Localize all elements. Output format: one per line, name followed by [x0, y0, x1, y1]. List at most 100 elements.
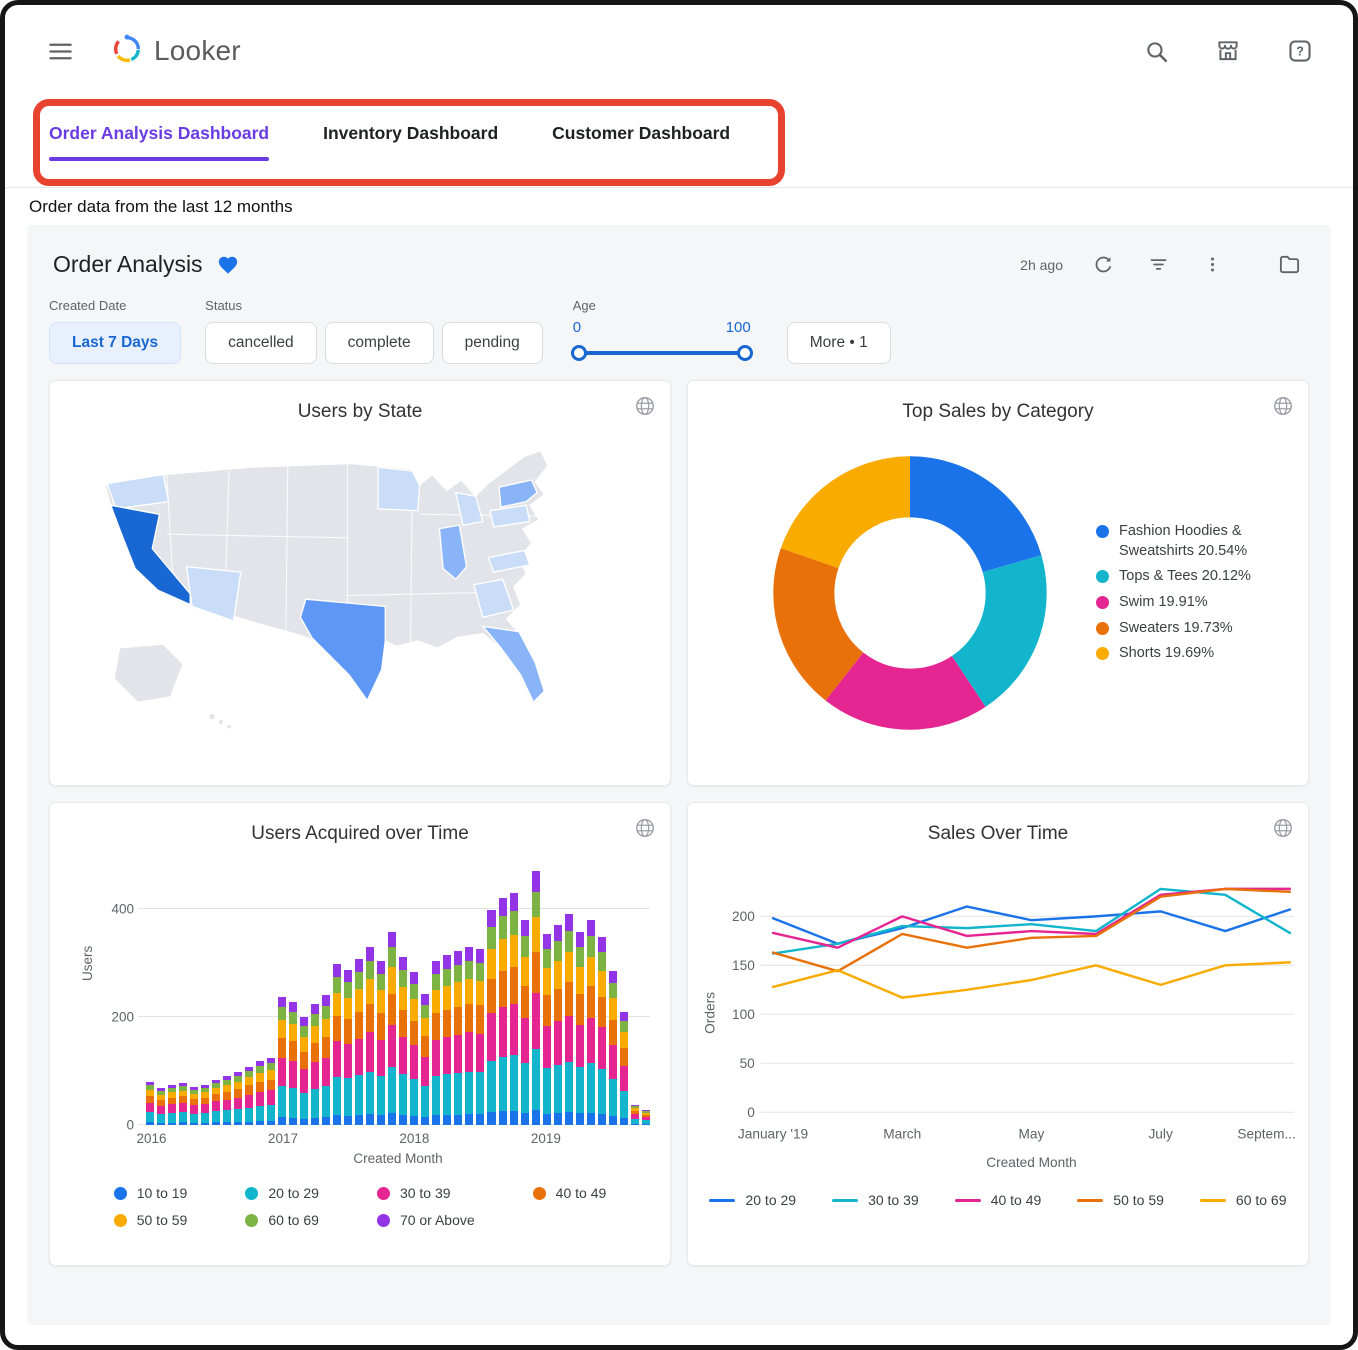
bar-segment [443, 1115, 451, 1125]
legend-item[interactable]: 10 to 19 [114, 1184, 188, 1203]
legend-item[interactable]: 60 to 69 [245, 1211, 319, 1230]
search-icon[interactable] [1140, 35, 1173, 68]
stacked-bar[interactable] [487, 910, 495, 1125]
stacked-bar[interactable] [476, 949, 484, 1125]
legend-item[interactable]: Fashion Hoodies & Sweatshirts 20.54% [1096, 522, 1286, 561]
state-texas[interactable] [300, 599, 385, 700]
kebab-menu-icon[interactable] [1199, 251, 1226, 278]
refresh-icon[interactable] [1089, 250, 1118, 279]
stacked-bar[interactable] [410, 972, 418, 1125]
stacked-bar[interactable] [355, 959, 363, 1125]
tab-order-analysis-dashboard[interactable]: Order Analysis Dashboard [49, 123, 269, 161]
stacked-bar[interactable] [521, 920, 529, 1125]
more-filters-button[interactable]: More • 1 [787, 322, 891, 364]
stacked-bar[interactable] [609, 971, 617, 1125]
legend-item[interactable]: 50 to 59 [1077, 1191, 1164, 1210]
stacked-bar[interactable] [322, 995, 330, 1125]
age-range-slider[interactable]: 0 100 [573, 322, 751, 364]
stacked-bar[interactable] [465, 947, 473, 1125]
line-series-60-to-69[interactable] [773, 962, 1290, 997]
bar-segment [377, 974, 385, 990]
us-choropleth-map[interactable] [80, 433, 640, 740]
legend-item[interactable]: 70 or Above [377, 1211, 475, 1230]
stacked-bar[interactable] [245, 1067, 253, 1125]
stacked-bar[interactable] [366, 947, 374, 1125]
stacked-bar[interactable] [454, 951, 462, 1125]
stacked-bar[interactable] [565, 914, 573, 1125]
filter-icon[interactable] [1144, 250, 1173, 279]
slider-handle-min[interactable] [571, 345, 587, 361]
status-option-pending[interactable]: pending [442, 322, 543, 364]
stacked-bar[interactable] [256, 1061, 264, 1125]
line-chart[interactable]: 050100150200January '19MarchMayJulySepte… [694, 853, 1302, 1183]
stacked-bar[interactable] [532, 871, 540, 1125]
stacked-bar[interactable] [201, 1085, 209, 1125]
stacked-bar[interactable] [157, 1088, 165, 1125]
legend-item[interactable]: 30 to 39 [377, 1184, 475, 1203]
state-hawaii[interactable] [219, 720, 223, 724]
legend-label: 20 to 29 [268, 1184, 319, 1203]
favorite-heart-icon[interactable] [217, 254, 239, 276]
stacked-bar[interactable] [432, 961, 440, 1125]
folder-icon[interactable] [1274, 249, 1305, 280]
stacked-bar[interactable] [499, 898, 507, 1125]
state-florida[interactable] [483, 626, 544, 702]
stacked-bar[interactable] [543, 934, 551, 1125]
created-date-value-chip[interactable]: Last 7 Days [49, 322, 181, 364]
state-arizona[interactable] [187, 567, 241, 621]
stacked-bar[interactable] [620, 1012, 628, 1125]
donut-chart[interactable] [764, 447, 1056, 739]
stacked-bar[interactable] [598, 937, 606, 1125]
legend-item[interactable]: 50 to 59 [114, 1211, 188, 1230]
looker-logo[interactable]: Looker [110, 32, 241, 71]
status-option-complete[interactable]: complete [325, 322, 434, 364]
stacked-bar[interactable] [179, 1083, 187, 1125]
stacked-bar[interactable] [388, 932, 396, 1125]
tab-customer-dashboard[interactable]: Customer Dashboard [552, 123, 730, 161]
stacked-bar[interactable] [300, 1017, 308, 1125]
stacked-bar[interactable] [168, 1085, 176, 1125]
legend-item[interactable]: Tops & Tees 20.12% [1096, 567, 1286, 587]
stacked-bar[interactable] [267, 1058, 275, 1125]
stacked-bar[interactable] [190, 1087, 198, 1125]
state-hawaii[interactable] [209, 714, 214, 719]
stacked-bar[interactable] [631, 1105, 639, 1125]
legend-item[interactable]: Shorts 19.69% [1096, 644, 1286, 664]
stacked-bar[interactable] [344, 970, 352, 1125]
stacked-bar[interactable] [146, 1082, 154, 1125]
help-icon[interactable]: ? [1283, 34, 1317, 68]
state-hawaii[interactable] [227, 725, 231, 729]
marketplace-icon[interactable] [1211, 34, 1245, 68]
stacked-bar[interactable] [510, 893, 518, 1125]
stacked-bar[interactable] [443, 955, 451, 1125]
stacked-bar[interactable] [642, 1110, 650, 1125]
legend-item[interactable]: 60 to 69 [1200, 1191, 1287, 1210]
state-alaska[interactable] [114, 644, 183, 702]
status-option-cancelled[interactable]: cancelled [205, 322, 317, 364]
stacked-bar[interactable] [278, 997, 286, 1125]
legend-item[interactable]: Sweaters 19.73% [1096, 619, 1286, 639]
menu-icon[interactable] [43, 34, 78, 69]
state-minnesota[interactable] [378, 467, 420, 510]
legend-item[interactable]: 30 to 39 [832, 1191, 919, 1210]
stacked-bar[interactable] [311, 1004, 319, 1125]
legend-item[interactable]: 20 to 29 [709, 1191, 796, 1210]
slider-handle-max[interactable] [737, 345, 753, 361]
legend-item[interactable]: 40 to 49 [533, 1184, 607, 1203]
stacked-bar[interactable] [587, 920, 595, 1125]
stacked-bar[interactable] [234, 1072, 242, 1125]
legend-item[interactable]: Swim 19.91% [1096, 593, 1286, 613]
stacked-bar[interactable] [576, 932, 584, 1125]
tab-inventory-dashboard[interactable]: Inventory Dashboard [323, 123, 498, 161]
stacked-bar[interactable] [212, 1080, 220, 1125]
stacked-bar[interactable] [289, 1002, 297, 1125]
stacked-bar[interactable] [333, 964, 341, 1125]
stacked-bar[interactable] [223, 1076, 231, 1125]
stacked-bar[interactable] [377, 961, 385, 1125]
slider-track[interactable] [575, 351, 749, 355]
stacked-bar[interactable] [421, 994, 429, 1125]
stacked-bar[interactable] [554, 925, 562, 1125]
legend-item[interactable]: 40 to 49 [955, 1191, 1042, 1210]
stacked-bar[interactable] [399, 957, 407, 1125]
legend-item[interactable]: 20 to 29 [245, 1184, 319, 1203]
